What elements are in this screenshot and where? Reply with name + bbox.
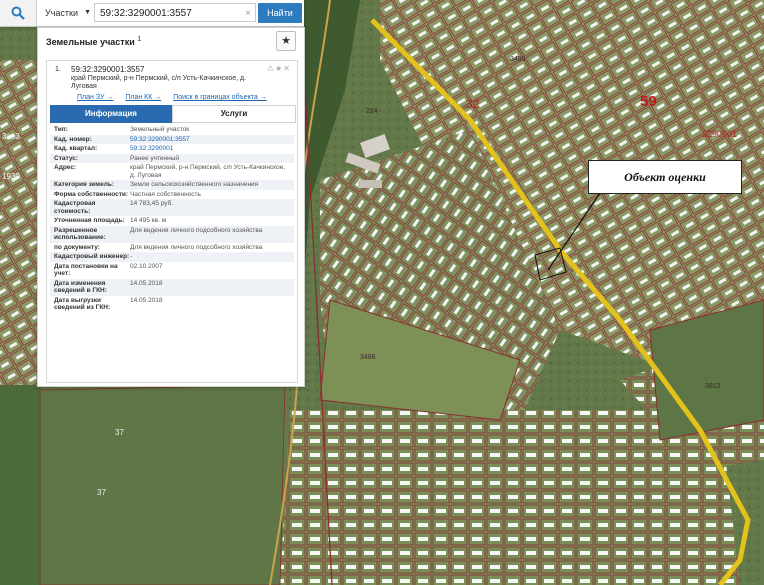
tab-information[interactable]: Информация bbox=[50, 105, 172, 123]
result-links: План ЗУ → План КК → Поиск в границах объ… bbox=[77, 94, 277, 101]
search-query: 59:32:3290001:3557 bbox=[100, 8, 192, 19]
property-value: 14.05.2018 bbox=[130, 296, 163, 304]
property-value-link[interactable]: 59:32:3290001:3557 bbox=[130, 136, 294, 144]
parcel-label: 1930 bbox=[2, 172, 20, 181]
property-value: 14 495 кв. м bbox=[130, 217, 167, 224]
property-row: Дата изменения сведений в ГКН: 14.05.2018 bbox=[50, 278, 294, 296]
property-row: Разрешенное использование: Для ведения ли… bbox=[50, 225, 294, 243]
property-value: Для ведения личного подсобного хозяйства bbox=[130, 243, 263, 251]
panel-header: Земельные участки 1 ★ bbox=[38, 28, 304, 55]
find-button[interactable]: Найти bbox=[258, 3, 302, 23]
results-panel: Земельные участки 1 ★ 1. 59:32:3290001:3… bbox=[37, 27, 305, 387]
parcel-label: 3ae3 bbox=[2, 132, 20, 141]
property-key: Адрес: bbox=[54, 164, 77, 171]
parcel-label: 3499 bbox=[510, 56, 526, 63]
property-value: 02.10.2007 bbox=[130, 262, 163, 270]
property-value: Земли сельскохозяйственного назначения bbox=[130, 181, 259, 188]
property-key: Кадастровая стоимость: bbox=[54, 200, 96, 215]
property-value: 14.05.2018 bbox=[130, 279, 163, 287]
property-key: по документу: bbox=[54, 243, 100, 251]
link-plan-kk[interactable]: План КК → bbox=[125, 94, 161, 101]
property-row: Уточненная площадь: 14 495 кв. м bbox=[50, 216, 294, 226]
search-type-select[interactable]: Участки ▼ bbox=[41, 4, 93, 22]
property-row: Дата постановки на учет: 02.10.2007 bbox=[50, 262, 294, 279]
search-icon[interactable] bbox=[0, 0, 37, 26]
panel-title: Земельные участки 1 bbox=[46, 36, 141, 47]
parcel-label: 224 bbox=[366, 108, 378, 115]
property-key: Дата выгрузки сведений из ГКН: bbox=[54, 296, 111, 312]
property-row: Кад. квартал: 59:32:3290001 bbox=[50, 144, 294, 154]
quarter-label: 3290001 bbox=[702, 129, 738, 139]
property-row: Адрес: край Пермский, р-н Пермский, с/п У… bbox=[50, 163, 294, 180]
property-key: Категория земель: bbox=[54, 181, 115, 188]
building bbox=[358, 180, 382, 188]
parcel-label: 37 bbox=[115, 428, 124, 437]
properties-table: Тип: Земельный участок Кад. номер: 59:32:3… bbox=[50, 125, 294, 313]
link-plan-zu[interactable]: План ЗУ → bbox=[77, 94, 113, 101]
property-value: край Пермский, р-н Пермский, с/п Усть-Ка… bbox=[130, 164, 286, 179]
search-bar: Участки ▼ 59:32:3290001:3557 × Найти bbox=[0, 0, 304, 27]
clear-icon[interactable]: × bbox=[245, 4, 251, 23]
property-row: Кадастровый инженер: - bbox=[50, 252, 294, 262]
panel-title-text: Земельные участки bbox=[46, 37, 135, 47]
property-row: Форма собственности: Частная собственност… bbox=[50, 190, 294, 200]
property-key: Разрешенное использование: bbox=[54, 226, 106, 242]
search-type-label: Участки bbox=[45, 8, 78, 18]
zone-label-59: 59 bbox=[640, 93, 657, 110]
link-search-in-bounds[interactable]: Поиск в границах объекта → bbox=[173, 94, 267, 101]
property-value: Частная собственность bbox=[130, 190, 201, 198]
parcel-grid-west bbox=[0, 60, 37, 385]
property-value: 14 783,45 руб. bbox=[130, 200, 174, 207]
property-row: Кад. номер: 59:32:3290001:3557 bbox=[50, 134, 294, 144]
property-key: Уточненная площадь: bbox=[54, 217, 125, 224]
property-value: Земельный участок bbox=[130, 126, 190, 133]
result-count: 1 bbox=[137, 36, 142, 43]
property-value: - bbox=[130, 253, 133, 260]
property-row: Категория земель: Земли сельскохозяйствен… bbox=[50, 180, 294, 190]
parcel-label: 3812 bbox=[705, 383, 721, 390]
object-annotation-box: Объект оценки bbox=[588, 160, 742, 194]
result-address: край Пермский, р-н Пермский, с/п Усть-Ка… bbox=[71, 75, 247, 90]
parcel-label: 3486 bbox=[360, 354, 376, 361]
parcel-label: 37 bbox=[97, 488, 106, 497]
result-index: 1. bbox=[55, 66, 61, 73]
property-row: Дата выгрузки сведений из ГКН: 14.05.2018 bbox=[50, 296, 294, 313]
property-row: Кадастровая стоимость: 14 783,45 руб. bbox=[50, 199, 294, 216]
property-value: Ранее учтенный bbox=[130, 154, 179, 162]
property-value: Для ведения личного подсобного хозяйства bbox=[130, 226, 263, 234]
property-key: Дата постановки на учет: bbox=[54, 262, 118, 278]
result-cadastral-number: 59:32:3290001:3557 bbox=[71, 65, 145, 74]
property-row: Статус: Ранее учтенный bbox=[50, 153, 294, 163]
property-value-link[interactable]: 59:32:3290001 bbox=[130, 145, 294, 153]
property-key: Статус: bbox=[54, 154, 79, 162]
property-key: Дата изменения сведений в ГКН: bbox=[54, 279, 107, 295]
tab-services[interactable]: Услуги bbox=[172, 105, 296, 123]
property-key: Форма собственности: bbox=[54, 190, 129, 198]
property-row: по документу: Для ведения личного подсобн… bbox=[50, 243, 294, 253]
property-key: Кад. номер: bbox=[54, 135, 92, 143]
zone-label-32: 32 bbox=[466, 97, 480, 111]
parcel-37 bbox=[39, 384, 286, 585]
property-key: Тип: bbox=[54, 126, 68, 133]
property-row: Тип: Земельный участок bbox=[50, 125, 294, 135]
property-key: Кадастровый инженер: bbox=[54, 253, 130, 260]
result-card[interactable]: 1. 59:32:3290001:3557 край Пермский, р-н… bbox=[46, 60, 298, 383]
search-input[interactable]: 59:32:3290001:3557 × bbox=[94, 3, 256, 22]
result-tabs: Информация Услуги bbox=[50, 105, 296, 123]
property-key: Кад. квартал: bbox=[54, 145, 98, 152]
star-icon[interactable]: ★ bbox=[276, 31, 296, 51]
warning-star-close-icons[interactable]: ⚠★✕ bbox=[267, 64, 291, 73]
chevron-down-icon: ▼ bbox=[84, 9, 91, 16]
